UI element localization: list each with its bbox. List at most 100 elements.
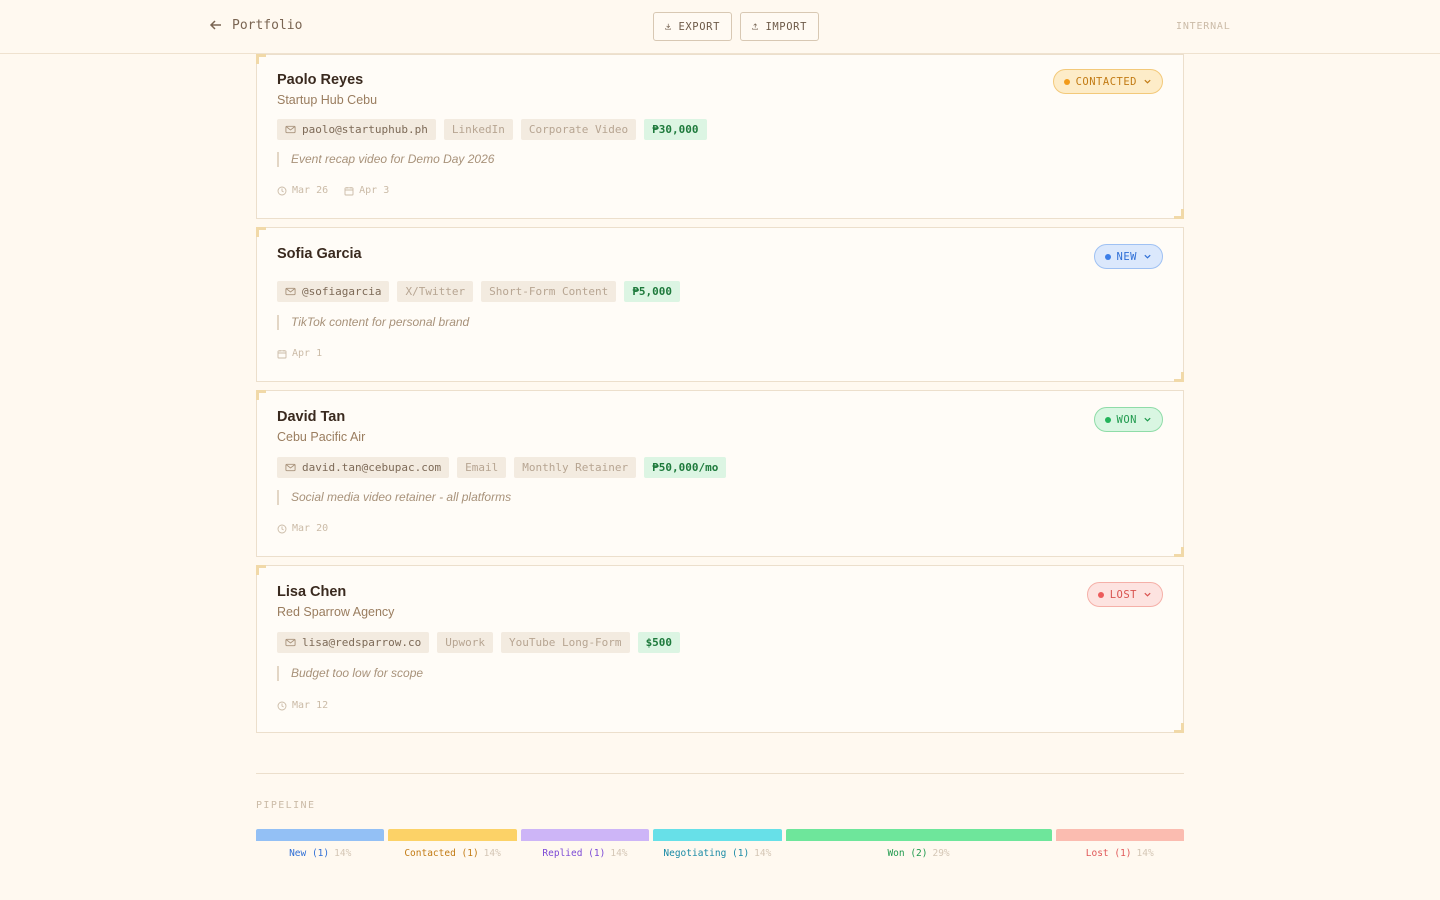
pipeline-stage-percent: 14% xyxy=(1136,848,1154,859)
pipeline-stage-percent: 29% xyxy=(932,848,950,859)
chevron-down-icon xyxy=(1144,417,1151,422)
channel-tag: X/Twitter xyxy=(397,281,474,302)
clock-icon xyxy=(277,186,287,195)
status-dropdown[interactable]: CONTACTED xyxy=(1052,69,1163,94)
lead-name: Paolo Reyes xyxy=(277,72,364,88)
upload-icon xyxy=(752,23,759,30)
pipeline-stage-label: Won (2) 29% xyxy=(887,848,950,859)
arrow-left-icon xyxy=(209,20,221,30)
pipeline-stage-new[interactable]: New (1) 14% xyxy=(256,829,385,859)
channel-tag: Upwork xyxy=(437,632,493,653)
due-date: Apr 1 xyxy=(277,348,322,359)
status-label: NEW xyxy=(1116,250,1137,263)
pipeline-stage-contacted[interactable]: Contacted (1) 14% xyxy=(388,829,517,859)
pipeline-stage-bar xyxy=(785,829,1052,841)
status-dot xyxy=(1097,591,1104,598)
contact-tag[interactable]: david.tan@cebupac.com xyxy=(277,457,450,478)
service-tag: Monthly Retainer xyxy=(514,457,637,478)
mail-icon xyxy=(285,287,296,296)
lead-name: Sofia Garcia xyxy=(277,246,362,262)
value-tag: $500 xyxy=(637,632,681,653)
created-date: Mar 26 xyxy=(277,185,328,196)
pipeline-stage-label: Negotiating (1) 14% xyxy=(663,848,772,859)
channel-tag: Email xyxy=(457,457,507,478)
status-dot xyxy=(1104,416,1111,423)
pipeline-stage-bar xyxy=(520,829,650,841)
lead-company: Startup Hub Cebu xyxy=(277,93,378,107)
lead-name: Lisa Chen xyxy=(277,584,347,600)
contact-text: paolo@startuphub.ph xyxy=(302,123,428,136)
pipeline-stage-percent: 14% xyxy=(754,848,772,859)
pipeline-stage-label: Replied (1) 14% xyxy=(542,848,628,859)
pipeline-stage-bar xyxy=(388,829,517,841)
chevron-down-icon xyxy=(1144,254,1151,259)
contact-tag[interactable]: @sofiagarcia xyxy=(277,281,390,302)
pipeline-stage-negotiating[interactable]: Negotiating (1) 14% xyxy=(653,829,782,859)
chevron-down-icon xyxy=(1144,592,1151,597)
pipeline-stage-percent: 14% xyxy=(610,848,628,859)
import-button[interactable]: IMPORT xyxy=(740,12,819,41)
pipeline-stage-replied[interactable]: Replied (1) 14% xyxy=(520,829,650,859)
created-date: Mar 20 xyxy=(277,523,328,534)
pipeline-stage-label: New (1) 14% xyxy=(289,848,352,859)
lead-company: Cebu Pacific Air xyxy=(277,430,366,444)
status-label: LOST xyxy=(1109,588,1137,601)
lead-note: TikTok content for personal brand xyxy=(277,315,469,330)
contact-tag[interactable]: paolo@startuphub.ph xyxy=(277,119,436,140)
status-dropdown[interactable]: NEW xyxy=(1093,244,1163,269)
value-tag: ₱50,000/mo xyxy=(644,457,727,478)
lead-card[interactable]: Paolo Reyes Startup Hub Cebu CONTACTED p… xyxy=(256,54,1184,219)
back-link[interactable]: Portfolio xyxy=(208,17,302,33)
mail-icon xyxy=(285,125,296,134)
export-button[interactable]: EXPORT xyxy=(653,12,732,41)
created-date: Mar 12 xyxy=(277,700,328,711)
status-label: WON xyxy=(1116,413,1137,426)
lead-note: Budget too low for scope xyxy=(277,666,423,681)
contact-tag[interactable]: lisa@redsparrow.co xyxy=(277,632,430,653)
contact-text: david.tan@cebupac.com xyxy=(302,461,442,474)
pipeline-stage-bar xyxy=(256,829,385,841)
contact-text: @sofiagarcia xyxy=(302,285,382,298)
pipeline-stage-percent: 14% xyxy=(483,848,501,859)
lead-card[interactable]: Sofia Garcia NEW @sofiagarcia X/Twitter … xyxy=(256,227,1184,382)
pipeline-stage-won[interactable]: Won (2) 29% xyxy=(785,829,1052,859)
due-date: Apr 3 xyxy=(344,185,389,196)
pipeline-bar: New (1) 14% Contacted (1) 14% Replied (1) 14%… xyxy=(256,829,1184,859)
chevron-down-icon xyxy=(1144,79,1151,84)
pipeline-title: PIPELINE xyxy=(256,800,316,811)
channel-tag: LinkedIn xyxy=(443,119,513,140)
import-button-label: IMPORT xyxy=(765,20,807,33)
service-tag: Short-Form Content xyxy=(481,281,617,302)
lead-card[interactable]: Lisa Chen Red Sparrow Agency LOST lisa@r… xyxy=(256,565,1184,733)
pipeline-stage-lost[interactable]: Lost (1) 14% xyxy=(1055,829,1184,859)
top-bar: Portfolio EXPORT IMPORT INTERNAL xyxy=(0,0,1440,54)
pipeline-stage-bar xyxy=(1055,829,1184,841)
status-dropdown[interactable]: WON xyxy=(1093,407,1163,432)
calendar-icon xyxy=(277,349,287,358)
service-tag: YouTube Long-Form xyxy=(500,632,630,653)
pipeline-stage-label: Lost (1) 14% xyxy=(1085,848,1154,859)
lead-company: Red Sparrow Agency xyxy=(277,605,395,619)
download-icon xyxy=(665,23,672,30)
status-label: CONTACTED xyxy=(1075,75,1137,88)
status-dot xyxy=(1063,78,1070,85)
value-tag: ₱30,000 xyxy=(644,119,707,140)
section-divider xyxy=(256,773,1184,774)
export-button-label: EXPORT xyxy=(678,20,720,33)
service-tag: Corporate Video xyxy=(520,119,637,140)
back-link-label: Portfolio xyxy=(232,17,303,33)
status-dropdown[interactable]: LOST xyxy=(1086,582,1163,607)
clock-icon xyxy=(277,701,287,710)
pipeline-stage-label: Contacted (1) 14% xyxy=(404,848,501,859)
pipeline-stage-percent: 14% xyxy=(334,848,352,859)
lead-card[interactable]: David Tan Cebu Pacific Air WON david.tan… xyxy=(256,390,1184,557)
internal-badge: INTERNAL xyxy=(1176,21,1231,32)
lead-note: Event recap video for Demo Day 2026 xyxy=(277,152,494,167)
pipeline-stage-bar xyxy=(653,829,782,841)
lead-note: Social media video retainer - all platfo… xyxy=(277,490,511,505)
value-tag: ₱5,000 xyxy=(624,281,681,302)
status-dot xyxy=(1104,253,1111,260)
contact-text: lisa@redsparrow.co xyxy=(302,636,422,649)
mail-icon xyxy=(285,463,296,472)
mail-icon xyxy=(285,638,296,647)
